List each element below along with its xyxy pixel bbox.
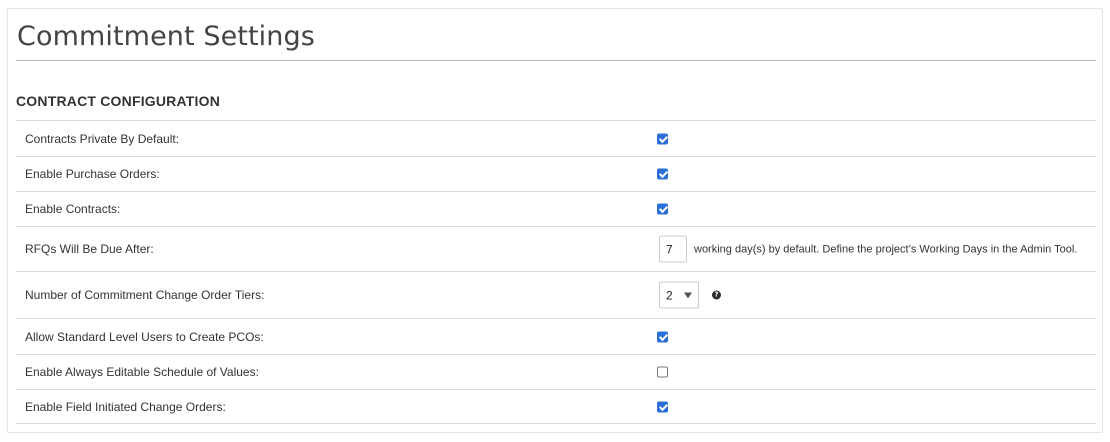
setting-label: Enable Contracts: <box>25 202 121 216</box>
title-divider <box>16 60 1096 61</box>
editable-sov-checkbox[interactable] <box>657 366 668 378</box>
setting-label: Enable Always Editable Schedule of Value… <box>25 365 259 379</box>
setting-row-standard-users-pcos: Allow Standard Level Users to Create PCO… <box>16 318 1096 354</box>
setting-label: Contracts Private By Default: <box>25 131 180 146</box>
purchase-orders-checkbox[interactable] <box>657 168 668 180</box>
setting-label: RFQs Will Be Due After: <box>25 242 154 256</box>
contracts-private-checkbox[interactable] <box>657 133 668 144</box>
setting-label: Enable Purchase Orders: <box>25 167 160 181</box>
setting-row-change-order-tiers: Number of Commitment Change Order Tiers:… <box>16 271 1096 318</box>
setting-row-purchase-orders: Enable Purchase Orders: <box>16 156 1096 191</box>
setting-label: Enable Field Initiated Change Orders: <box>25 399 226 414</box>
setting-row-contracts: Enable Contracts: <box>16 191 1096 226</box>
setting-row-contracts-private: Contracts Private By Default: <box>16 120 1096 156</box>
standard-users-pcos-checkbox[interactable] <box>657 331 668 342</box>
setting-label: Number of Commitment Change Order Tiers: <box>25 288 265 302</box>
change-order-tiers-select[interactable]: 2 <box>659 281 699 309</box>
select-value: 2 <box>666 288 673 302</box>
field-change-orders-checkbox[interactable] <box>657 401 668 412</box>
setting-label: Allow Standard Level Users to Create PCO… <box>25 329 264 344</box>
chevron-down-icon <box>684 292 692 298</box>
settings-panel: Commitment Settings CONTRACT CONFIGURATI… <box>7 8 1103 433</box>
section-heading: CONTRACT CONFIGURATION <box>16 93 221 109</box>
rfq-due-days-input[interactable] <box>659 235 687 263</box>
setting-row-rfq-due: RFQs Will Be Due After: working day(s) b… <box>16 226 1096 271</box>
contracts-checkbox[interactable] <box>657 203 668 215</box>
question-circle-icon[interactable]: ? <box>712 290 721 300</box>
setting-row-editable-sov: Enable Always Editable Schedule of Value… <box>16 354 1096 389</box>
setting-row-field-change-orders: Enable Field Initiated Change Orders: <box>16 389 1096 424</box>
rfq-due-suffix: working day(s) by default. Define the pr… <box>694 243 1078 255</box>
settings-table: Contracts Private By Default: Enable Pur… <box>16 120 1096 424</box>
page-title: Commitment Settings <box>17 21 315 52</box>
